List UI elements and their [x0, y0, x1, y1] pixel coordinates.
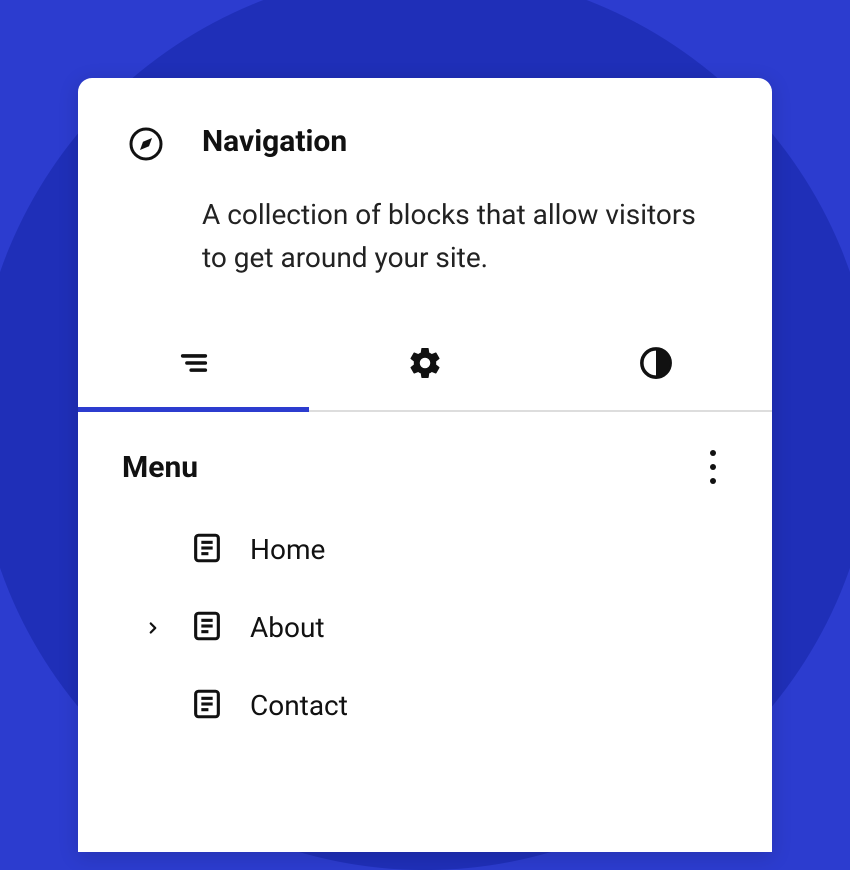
menu-item-label: About — [250, 611, 325, 644]
page-icon — [190, 609, 224, 647]
contrast-icon — [639, 346, 673, 384]
panel-description: A collection of blocks that allow visito… — [202, 193, 722, 280]
panel-title: Navigation — [202, 124, 722, 159]
menu-item-about[interactable]: About — [142, 609, 728, 647]
tab-list-view[interactable] — [78, 320, 309, 410]
expand-toggle[interactable] — [142, 619, 164, 637]
header-text: Navigation A collection of blocks that a… — [202, 124, 722, 280]
menu-more-button[interactable] — [698, 450, 728, 484]
compass-icon — [128, 126, 164, 166]
menu-item-label: Contact — [250, 689, 348, 722]
menu-title: Menu — [122, 450, 198, 485]
list-icon — [177, 346, 211, 384]
page-icon — [190, 687, 224, 725]
navigation-panel: Navigation A collection of blocks that a… — [78, 78, 772, 852]
menu-items-list: Home About — [122, 531, 728, 725]
tabs-row — [78, 320, 772, 412]
gear-icon — [407, 345, 443, 385]
tab-settings[interactable] — [309, 320, 540, 410]
page-icon — [190, 531, 224, 569]
menu-item-contact[interactable]: Contact — [142, 687, 728, 725]
tab-styles[interactable] — [541, 320, 772, 410]
menu-item-label: Home — [250, 533, 325, 566]
menu-section: Menu Home — [78, 412, 772, 745]
chevron-right-icon — [144, 619, 162, 637]
panel-header: Navigation A collection of blocks that a… — [78, 78, 772, 320]
menu-header: Menu — [122, 450, 728, 485]
menu-item-home[interactable]: Home — [142, 531, 728, 569]
